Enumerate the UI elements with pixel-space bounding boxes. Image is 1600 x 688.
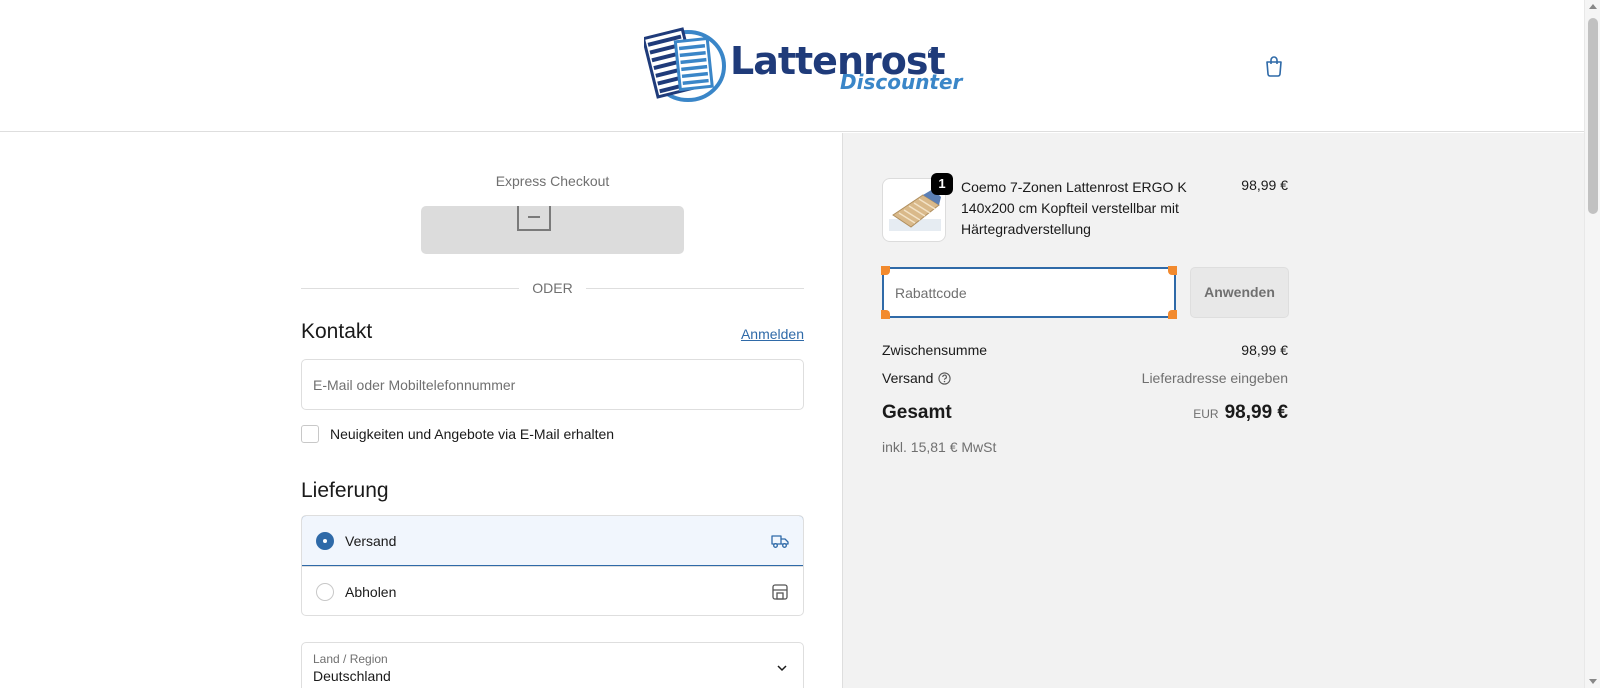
total-value: 98,99 € bbox=[1224, 402, 1288, 423]
scroll-up-arrow-icon[interactable] bbox=[1589, 4, 1597, 9]
total-label: Gesamt bbox=[882, 402, 952, 423]
country-select-value: Deutschland bbox=[313, 668, 391, 684]
or-divider: ODER bbox=[301, 280, 804, 296]
focus-corner-marker bbox=[1168, 266, 1177, 275]
question-circle-icon[interactable] bbox=[938, 372, 952, 385]
contact-heading: Kontakt bbox=[301, 320, 373, 343]
shipping-row-label: Versand bbox=[882, 370, 952, 386]
pickup-radio[interactable] bbox=[316, 583, 334, 601]
product-name: Coemo 7-Zonen Lattenrost ERGO K 140x200 … bbox=[961, 179, 1187, 237]
brand-logo[interactable]: Lattenrost ® Discounter bbox=[644, 24, 962, 104]
subtotal-value: 98,99 € bbox=[1241, 342, 1288, 358]
product-price: 98,99 € bbox=[1241, 177, 1288, 193]
focus-corner-marker bbox=[881, 266, 890, 275]
slatted-frame-product-image bbox=[889, 189, 941, 231]
newsletter-label: Neuigkeiten und Angebote via E-Mail erha… bbox=[330, 426, 615, 442]
email-field-placeholder: E-Mail oder Mobiltelefonnummer bbox=[313, 377, 516, 393]
shipping-label: Versand bbox=[345, 533, 397, 549]
country-select[interactable]: Land / Region Deutschland bbox=[301, 642, 804, 688]
discount-code-input[interactable]: Rabattcode bbox=[881, 266, 1177, 319]
discount-code-placeholder: Rabattcode bbox=[895, 285, 967, 301]
delivery-option-pickup[interactable]: Abholen bbox=[302, 566, 803, 615]
tax-note: inkl. 15,81 € MwSt bbox=[882, 439, 997, 455]
truck-icon bbox=[771, 535, 789, 548]
express-checkout-title: Express Checkout bbox=[495, 173, 610, 189]
chevron-down-icon bbox=[777, 665, 787, 672]
focus-corner-marker bbox=[1168, 310, 1177, 319]
express-checkout-button[interactable] bbox=[421, 206, 684, 254]
scroll-down-arrow-icon[interactable] bbox=[1589, 679, 1597, 684]
pickup-label: Abholen bbox=[345, 584, 397, 600]
shipping-cost-label: Versand bbox=[882, 370, 934, 386]
total-amount: EUR 98,99 € bbox=[1193, 402, 1288, 424]
logo-subtitle: Discounter bbox=[840, 70, 963, 94]
shipping-cost-value: Lieferadresse eingeben bbox=[1141, 370, 1288, 386]
slatted-frame-logo-icon bbox=[644, 27, 726, 102]
logo-registered-mark: ® bbox=[928, 46, 937, 60]
delivery-option-shipping[interactable]: Versand bbox=[302, 516, 803, 566]
scrollbar-thumb[interactable] bbox=[1588, 18, 1598, 214]
site-header: Lattenrost ® Discounter bbox=[0, 0, 1584, 132]
focus-corner-marker bbox=[881, 310, 890, 319]
login-link[interactable]: Anmelden bbox=[741, 326, 804, 342]
page-scrollbar[interactable] bbox=[1584, 0, 1600, 688]
store-icon bbox=[772, 584, 788, 600]
order-summary: 1 Coemo 7-Zonen Lattenrost ERGO K 140x20… bbox=[842, 133, 1584, 688]
divider-line-right bbox=[586, 288, 804, 289]
quantity-badge: 1 bbox=[931, 173, 953, 195]
email-field[interactable]: E-Mail oder Mobiltelefonnummer bbox=[301, 359, 804, 410]
payment-button-placeholder-icon bbox=[517, 206, 551, 231]
shipping-radio[interactable] bbox=[316, 532, 334, 550]
shopping-bag-icon[interactable] bbox=[1262, 54, 1286, 78]
total-currency: EUR bbox=[1193, 407, 1219, 421]
subtotal-label: Zwischensumme bbox=[882, 342, 988, 358]
delivery-heading: Lieferung bbox=[301, 479, 389, 502]
delivery-method-group: Versand Abholen bbox=[301, 515, 804, 616]
country-select-label: Land / Region bbox=[313, 652, 388, 666]
newsletter-checkbox[interactable] bbox=[301, 425, 319, 443]
apply-discount-button[interactable]: Anwenden bbox=[1190, 267, 1289, 318]
order-summary-content: 1 Coemo 7-Zonen Lattenrost ERGO K 140x20… bbox=[843, 133, 1289, 688]
